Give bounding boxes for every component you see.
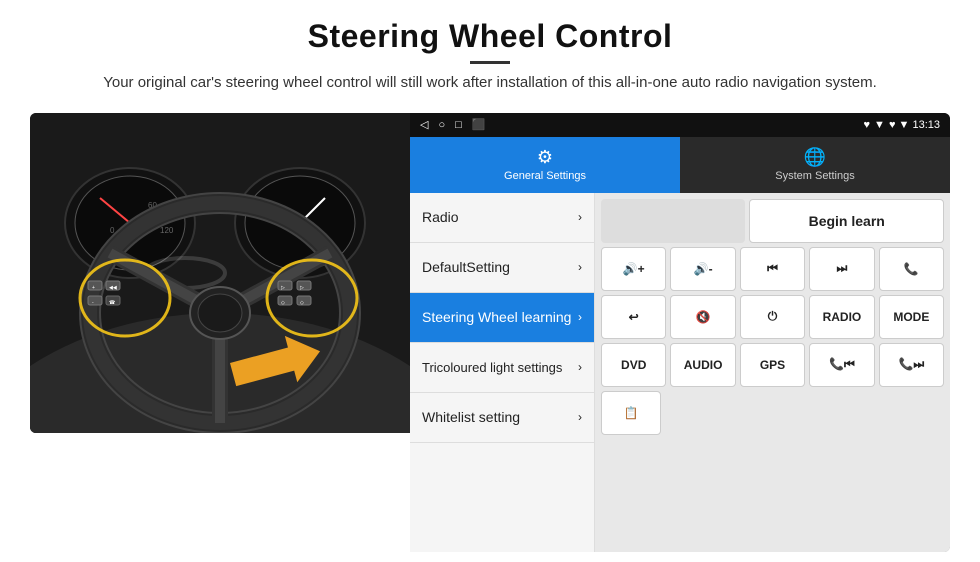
- mode-button[interactable]: MODE: [879, 295, 944, 339]
- control-row-5: 📋: [601, 391, 944, 435]
- list-button[interactable]: 📋: [601, 391, 661, 435]
- mute-button[interactable]: 🔇: [670, 295, 735, 339]
- prev-icon: ⏮: [767, 261, 778, 276]
- phone-prev-button[interactable]: 📞⏮: [809, 343, 874, 387]
- control-row-1: Begin learn: [601, 199, 944, 243]
- svg-text:▷: ▷: [300, 285, 304, 291]
- tab-bar: ⚙ General Settings 🌐 System Settings: [410, 137, 950, 193]
- tab-general-label: General Settings: [504, 170, 586, 182]
- control-panel: Begin learn 🔊+ 🔊- ⏮: [595, 193, 950, 553]
- chevron-icon-radio: ›: [578, 210, 582, 224]
- phone-next-button[interactable]: 📞⏭: [879, 343, 944, 387]
- sidebar-item-defaultsetting[interactable]: DefaultSetting ›: [410, 243, 594, 293]
- svg-text:▷: ▷: [281, 285, 285, 291]
- control-row-4: DVD AUDIO GPS 📞⏮ 📞⏭: [601, 343, 944, 387]
- radio-button[interactable]: RADIO: [809, 295, 874, 339]
- sidebar-item-tricoloured[interactable]: Tricoloured light settings ›: [410, 343, 594, 393]
- sidebar-item-radio[interactable]: Radio ›: [410, 193, 594, 243]
- sidebar-item-whitelist[interactable]: Whitelist setting ›: [410, 393, 594, 443]
- control-row-2: 🔊+ 🔊- ⏮ ⏭ 📞: [601, 247, 944, 291]
- page-wrapper: Steering Wheel Control Your original car…: [0, 0, 980, 562]
- svg-text:◀◀: ◀◀: [109, 285, 117, 291]
- location-icon: ♥: [864, 119, 871, 131]
- content-area: 0 60 120 200: [30, 113, 950, 553]
- mute-icon: 🔇: [696, 310, 711, 324]
- phone-icon: 📞: [904, 262, 919, 276]
- time-display: ♥ ▼ 13:13: [889, 119, 940, 131]
- volume-down-icon: 🔊-: [694, 262, 713, 276]
- svg-text:+: +: [92, 285, 95, 291]
- back-call-icon: ↩: [629, 310, 639, 324]
- status-bar-nav: ◁ ○ □ ⬛: [420, 118, 485, 131]
- empty-slot-1: [601, 199, 745, 243]
- phone-next-icon: 📞⏭: [898, 357, 924, 372]
- system-settings-icon: 🌐: [804, 147, 826, 168]
- subtitle: Your original car's steering wheel contr…: [103, 72, 877, 95]
- tab-system-label: System Settings: [775, 170, 854, 182]
- power-icon: ⏻: [768, 309, 778, 324]
- audio-button[interactable]: AUDIO: [670, 343, 735, 387]
- signal-icon: ▼: [874, 119, 885, 131]
- chevron-icon-steering: ›: [578, 310, 582, 324]
- back-icon[interactable]: ◁: [420, 118, 428, 131]
- control-row-3: ↩ 🔇 ⏻ RADIO MODE: [601, 295, 944, 339]
- android-panel: ◁ ○ □ ⬛ ♥ ▼ ♥ ▼ 13:13 ⚙ General Settings: [410, 113, 950, 553]
- back-button[interactable]: ↩: [601, 295, 666, 339]
- dvd-button[interactable]: DVD: [601, 343, 666, 387]
- general-settings-icon: ⚙: [537, 147, 553, 168]
- chevron-icon-tricoloured: ›: [578, 360, 582, 374]
- home-icon[interactable]: ○: [438, 119, 445, 131]
- title-section: Steering Wheel Control Your original car…: [103, 18, 877, 95]
- volume-up-button[interactable]: 🔊+: [601, 247, 666, 291]
- svg-text:◇: ◇: [281, 300, 285, 306]
- status-bar: ◁ ○ □ ⬛ ♥ ▼ ♥ ▼ 13:13: [410, 113, 950, 137]
- volume-up-icon: 🔊+: [623, 262, 645, 276]
- svg-text:☎: ☎: [109, 300, 115, 306]
- sidebar: Radio › DefaultSetting › Steering Wheel …: [410, 193, 595, 553]
- tab-general-settings[interactable]: ⚙ General Settings: [410, 137, 680, 193]
- status-bar-info: ♥ ▼ ♥ ▼ 13:13: [864, 119, 940, 131]
- screenshot-icon[interactable]: ⬛: [472, 118, 486, 131]
- recents-icon[interactable]: □: [455, 119, 462, 131]
- next-icon: ⏭: [837, 261, 848, 276]
- main-content: Radio › DefaultSetting › Steering Wheel …: [410, 193, 950, 553]
- tab-system-settings[interactable]: 🌐 System Settings: [680, 137, 950, 193]
- page-title: Steering Wheel Control: [103, 18, 877, 55]
- power-button[interactable]: ⏻: [740, 295, 805, 339]
- next-track-button[interactable]: ⏭: [809, 247, 874, 291]
- chevron-icon-default: ›: [578, 260, 582, 274]
- svg-text:120: 120: [160, 226, 174, 235]
- phone-button[interactable]: 📞: [879, 247, 944, 291]
- steering-wheel-image: 0 60 120 200: [30, 113, 410, 433]
- prev-track-button[interactable]: ⏮: [740, 247, 805, 291]
- gps-button[interactable]: GPS: [740, 343, 805, 387]
- phone-prev-icon: 📞⏮: [829, 357, 855, 372]
- begin-learn-button[interactable]: Begin learn: [749, 199, 944, 243]
- list-icon: 📋: [624, 406, 639, 420]
- sidebar-item-steering-wheel[interactable]: Steering Wheel learning ›: [410, 293, 594, 343]
- volume-down-button[interactable]: 🔊-: [670, 247, 735, 291]
- svg-text:◇: ◇: [300, 300, 304, 306]
- chevron-icon-whitelist: ›: [578, 410, 582, 424]
- title-divider: [470, 61, 510, 64]
